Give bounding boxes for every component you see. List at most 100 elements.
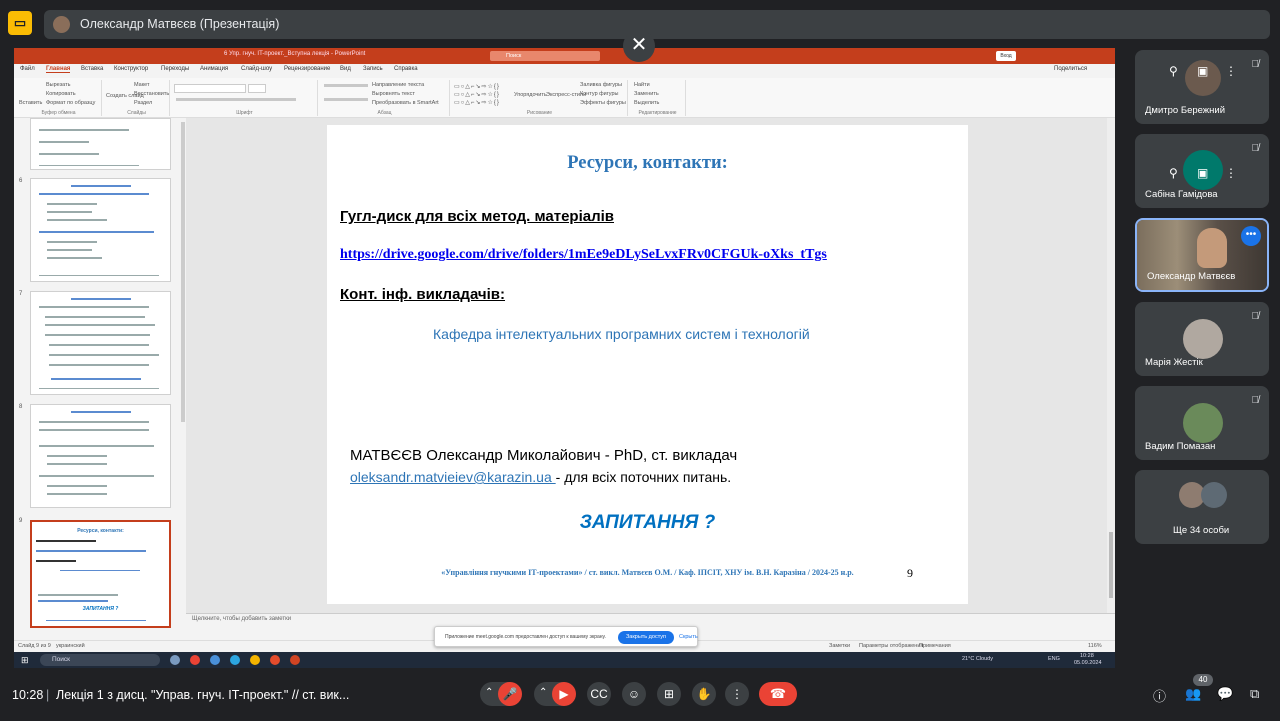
more-options-icon[interactable]: ⋮: [1225, 166, 1237, 180]
slide-scrollbar[interactable]: [1107, 118, 1115, 613]
display-settings[interactable]: Параметры отображения: [859, 643, 923, 649]
widget-icon[interactable]: [170, 655, 180, 665]
tab-record[interactable]: Запись: [363, 66, 383, 72]
thumb-question: ЗАПИТАННЯ ?: [82, 606, 119, 612]
notes-toggle[interactable]: Заметки: [829, 643, 850, 649]
arrange-button[interactable]: Упорядочить: [514, 92, 547, 98]
list-buttons[interactable]: [324, 84, 368, 87]
tab-slideshow[interactable]: Слайд-шоу: [241, 66, 272, 72]
shape-outline-button[interactable]: Контур фигуры: [580, 91, 618, 97]
paste-button[interactable]: Вставить: [19, 100, 42, 106]
slide-editor-area: Ресурси, контакти: Гугл-диск для всіх ме…: [186, 118, 1115, 613]
windows-start-icon[interactable]: ⊞: [21, 655, 31, 665]
tab-home[interactable]: Главная: [46, 66, 71, 73]
ribbon-group-editing: Найти Заменить Выделить Редактирование: [630, 80, 686, 116]
frame-icon[interactable]: ▣: [1197, 166, 1208, 180]
participant-tile[interactable]: ⚲ ▣ ⋮ 🎙̸ Сабіна Гамідова: [1135, 134, 1269, 208]
select-button[interactable]: Выделить: [634, 100, 659, 106]
participant-tile[interactable]: 🎙̸ Марія Жестік: [1135, 302, 1269, 376]
participant-tile[interactable]: 🎙̸ Вадим Помазан: [1135, 386, 1269, 460]
folder-icon[interactable]: [250, 655, 260, 665]
pin-icon[interactable]: ⚲: [1169, 64, 1178, 78]
camera-toggle-button[interactable]: ▶: [552, 682, 576, 706]
participant-tile[interactable]: ⚲ ▣ ⋮ 🎙̸ Дмитро Бережний: [1135, 50, 1269, 124]
replace-button[interactable]: Заменить: [634, 91, 659, 97]
find-button[interactable]: Найти: [634, 82, 650, 88]
present-button[interactable]: ⊞: [657, 682, 681, 706]
chat-icon[interactable]: 💬: [1217, 686, 1233, 702]
close-icon[interactable]: ✕: [623, 30, 655, 62]
cut-button[interactable]: Вырезать: [46, 82, 70, 88]
pin-icon[interactable]: ⚲: [1169, 166, 1178, 180]
ppt-search-box[interactable]: Поиск: [490, 51, 600, 61]
tab-review[interactable]: Рецензирование: [284, 66, 330, 72]
email-link[interactable]: oleksandr.matvieiev@karazin.ua: [350, 469, 556, 485]
telegram-icon[interactable]: [230, 655, 240, 665]
thumbnails-scrollbar[interactable]: [181, 122, 185, 422]
tab-view[interactable]: Вид: [340, 66, 351, 72]
info-icon[interactable]: ⓘ: [1153, 686, 1166, 705]
align-buttons[interactable]: [324, 98, 368, 101]
taskbar-search[interactable]: Поиск: [40, 654, 160, 666]
status-language[interactable]: украинский: [56, 643, 85, 649]
mic-toggle-button[interactable]: 🎤: [498, 682, 522, 706]
font-name-box[interactable]: [174, 84, 246, 93]
copy-button[interactable]: Копировать: [46, 91, 76, 97]
frame-icon[interactable]: ▣: [1197, 64, 1208, 78]
comments-toggle[interactable]: Примечания: [919, 643, 951, 649]
more-options-icon[interactable]: •••: [1241, 226, 1261, 246]
tab-transitions[interactable]: Переходы: [161, 66, 189, 72]
participant-tile-speaking[interactable]: ••• Олександр Матвєєв: [1135, 218, 1269, 292]
more-options-icon[interactable]: ⋮: [1225, 64, 1237, 78]
weather-text[interactable]: 21°C Cloudy: [962, 656, 993, 662]
others-tile[interactable]: Ще 34 особи: [1135, 470, 1269, 544]
presenter-chip[interactable]: Олександр Матвєєв (Презентація): [44, 10, 1270, 39]
powerpoint-icon-2[interactable]: [290, 655, 300, 665]
slide-thumbnail[interactable]: [30, 404, 171, 508]
tab-help[interactable]: Справка: [394, 66, 418, 72]
chevron-up-icon[interactable]: ⌃: [485, 687, 493, 698]
slide-thumbnail[interactable]: [30, 291, 171, 395]
section-button[interactable]: Раздел: [134, 100, 152, 106]
emoji-button[interactable]: ☺: [622, 682, 646, 706]
tab-animation[interactable]: Анимация: [200, 66, 228, 72]
font-format-buttons[interactable]: [176, 98, 296, 101]
notes-placeholder: Щелкните, чтобы добавить заметки: [192, 616, 292, 622]
tab-insert[interactable]: Вставка: [81, 66, 103, 72]
reset-button[interactable]: Восстановить: [134, 91, 169, 97]
shape-effects-button[interactable]: Эффекты фигуры: [580, 100, 626, 106]
powerpoint-icon[interactable]: [270, 655, 280, 665]
zoom-level[interactable]: 116%: [1088, 643, 1102, 649]
stop-sharing-button[interactable]: Закрыть доступ: [618, 631, 674, 644]
shape-fill-button[interactable]: Заливка фигуры: [580, 82, 622, 88]
raise-hand-button[interactable]: ✋: [692, 682, 716, 706]
chrome-icon[interactable]: [190, 655, 200, 665]
shared-screen: 6 Упр. гнуч. IT-проект._Вступна лекція -…: [14, 48, 1115, 668]
align-text-button[interactable]: Выровнять текст: [372, 91, 415, 97]
hide-notice-link[interactable]: Скрыть: [679, 634, 698, 640]
file-explorer-icon[interactable]: [210, 655, 220, 665]
share-button[interactable]: Поделиться: [1054, 66, 1087, 72]
layout-button[interactable]: Макет: [134, 82, 150, 88]
current-slide[interactable]: Ресурси, контакти: Гугл-диск для всіх ме…: [327, 125, 968, 604]
slide-thumbnail[interactable]: [30, 118, 171, 170]
format-painter-button[interactable]: Формат по образцу: [46, 100, 95, 106]
end-call-button[interactable]: ☎: [759, 682, 797, 706]
tab-design[interactable]: Конструктор: [114, 66, 148, 72]
tab-file[interactable]: Файл: [20, 66, 35, 72]
ppt-signin-button[interactable]: Вход: [996, 51, 1016, 61]
scrollbar-thumb[interactable]: [1109, 532, 1113, 598]
people-icon[interactable]: 👥: [1185, 686, 1201, 702]
drive-link[interactable]: https://drive.google.com/drive/folders/1…: [340, 247, 827, 263]
slide-thumbnail-selected[interactable]: Ресурси, контакти: ЗАПИТАННЯ ?: [30, 520, 171, 628]
font-size-box[interactable]: [248, 84, 266, 93]
shapes-gallery[interactable]: ▭○△⌐↘⇨☆{} ▭○△⌐↘⇨☆{} ▭○△⌐↘⇨☆{}: [454, 83, 512, 109]
activities-icon[interactable]: ⧉: [1250, 686, 1259, 702]
slide-thumbnail[interactable]: [30, 178, 171, 282]
language-indicator[interactable]: ENG: [1048, 656, 1060, 662]
more-options-button[interactable]: ⋮: [725, 682, 749, 706]
smartart-button[interactable]: Преобразовать в SmartArt: [372, 100, 439, 106]
captions-button[interactable]: CC: [587, 682, 611, 706]
text-direction-button[interactable]: Направление текста: [372, 82, 424, 88]
chevron-up-icon[interactable]: ⌃: [539, 687, 547, 698]
